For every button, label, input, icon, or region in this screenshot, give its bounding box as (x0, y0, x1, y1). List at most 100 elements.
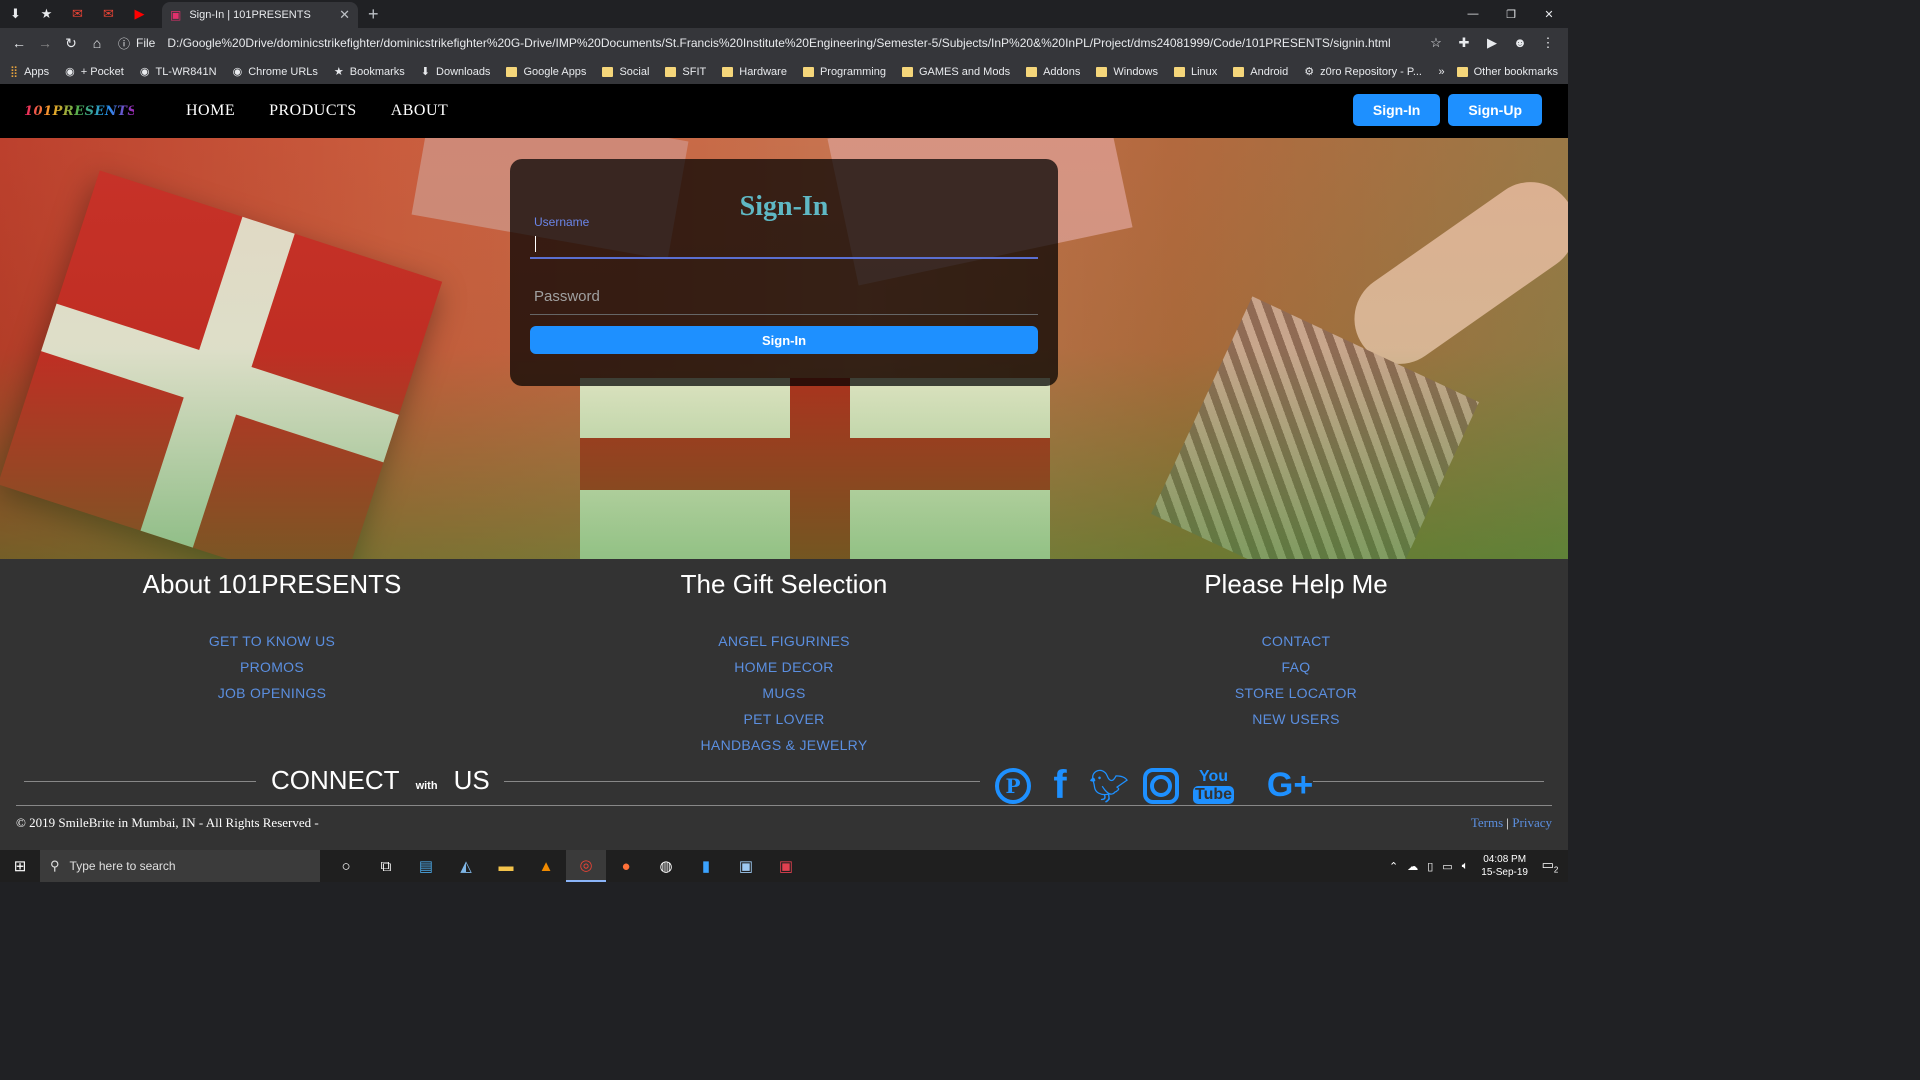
vlc-icon[interactable]: ▲ (526, 850, 566, 882)
reload-icon[interactable]: ↻ (58, 35, 84, 52)
url-text[interactable]: D:/Google%20Drive/dominicstrikefighter/d… (167, 36, 1422, 50)
nav-about-link[interactable]: ABOUT (391, 102, 449, 120)
firefox-icon[interactable]: ● (606, 850, 646, 882)
cloud-icon[interactable]: ☁ (1407, 860, 1418, 873)
password-input[interactable] (530, 279, 1038, 313)
close-tab-icon[interactable]: ✕ (339, 7, 350, 23)
bookmark-folder-other[interactable]: Other bookmarks (1456, 66, 1558, 78)
bookmark-apps[interactable]: ⣿ Apps (10, 65, 49, 79)
gmail-icon[interactable]: ✉ (62, 0, 93, 28)
tab-title: Sign-In | 101PRESENTS (189, 9, 311, 21)
footer-link-pet-lover[interactable]: PET LOVER (584, 706, 984, 732)
volume-icon[interactable]: 🔈︎ (1462, 860, 1469, 873)
minimize-button[interactable]: — (1454, 0, 1492, 28)
facebook-icon[interactable]: f (1045, 763, 1075, 808)
youtube-icon[interactable]: ▶ (124, 0, 155, 28)
footer-link-home-decor[interactable]: HOME DECOR (584, 654, 984, 680)
media-play-icon[interactable]: ▶ (1478, 35, 1506, 51)
footer-link-mugs[interactable]: MUGS (584, 680, 984, 706)
app-icon-1[interactable]: ▤ (406, 850, 446, 882)
youtube-icon[interactable]: You Tube (1193, 768, 1248, 804)
app-icon-4[interactable]: ▮ (686, 850, 726, 882)
nav-signup-button[interactable]: Sign-Up (1448, 94, 1542, 126)
footer-link-angel-figurines[interactable]: ANGEL FIGURINES (584, 628, 984, 654)
footer-link-get-to-know-us[interactable]: GET TO KNOW US (72, 628, 472, 654)
network-icon[interactable]: ▭ (1442, 860, 1452, 873)
youtube-tube-text: Tube (1193, 785, 1235, 804)
nav-products-link[interactable]: PRODUCTS (269, 102, 357, 120)
windows-start-icon[interactable]: ⊞ (0, 857, 40, 875)
bookmarks-bar: ⣿ Apps ◉ + Pocket ◉ TL-WR841N ◉ Chrome URLs … (0, 58, 1568, 86)
bookmark-folder-google-apps[interactable]: Google Apps (506, 66, 586, 78)
chrome-icon[interactable]: ◎ (566, 850, 606, 882)
bookmarks-overflow-button[interactable]: » (1439, 66, 1445, 78)
site-logo[interactable]: 101PRESENTS (24, 104, 137, 119)
twitter-icon[interactable]: 🐦︎ (1089, 767, 1130, 805)
bookmark-bookmarks[interactable]: ★ Bookmarks (334, 65, 405, 79)
taskbar-search-box[interactable]: ⚲ Type here to search (40, 850, 320, 882)
bookmark-folder-programming[interactable]: Programming (802, 66, 886, 78)
extensions-icon[interactable]: ✚ (1450, 35, 1478, 51)
terms-link[interactable]: Terms (1471, 815, 1503, 830)
cortana-icon[interactable]: ○ (326, 850, 366, 882)
active-tab[interactable]: ▣ Sign-In | 101PRESENTS ✕ (162, 2, 358, 28)
bookmark-folder-games[interactable]: GAMES and Mods (901, 66, 1010, 78)
footer-about-title: About 101PRESENTS (142, 569, 402, 599)
bookmark-downloads[interactable]: ⬇ Downloads (421, 65, 491, 79)
footer-link-store-locator[interactable]: STORE LOCATOR (1096, 680, 1496, 706)
app-icon-3[interactable]: ◍ (646, 850, 686, 882)
footer-link-new-users[interactable]: NEW USERS (1096, 706, 1496, 732)
download-icon[interactable]: ⬇ (0, 0, 31, 28)
file-explorer-icon[interactable]: ▬ (486, 850, 526, 882)
username-field[interactable]: Username (530, 214, 1038, 259)
info-icon[interactable]: ⓘ (118, 35, 130, 52)
google-plus-icon[interactable]: G+ (1262, 766, 1318, 805)
social-icons: P f 🐦︎ You Tube G+ (995, 763, 1332, 808)
notification-center-icon[interactable]: ▭2 (1538, 857, 1562, 875)
menu-kebab-icon[interactable]: ⋮ (1534, 35, 1562, 51)
separator: | (1506, 815, 1510, 830)
bookmark-folder-windows[interactable]: Windows (1096, 66, 1158, 78)
star-icon[interactable]: ★ (31, 0, 62, 28)
profile-avatar-icon[interactable]: ☻ (1506, 35, 1534, 51)
bookmark-folder-social[interactable]: Social (602, 66, 649, 78)
bookmark-folder-addons[interactable]: Addons (1026, 66, 1080, 78)
privacy-link[interactable]: Privacy (1512, 815, 1552, 830)
nav-home-link[interactable]: HOME (186, 102, 235, 120)
bookmark-star-icon[interactable]: ☆ (1422, 35, 1450, 51)
bookmark-chrome-urls[interactable]: ◉ Chrome URLs (233, 65, 318, 79)
bookmark-folder-android[interactable]: Android (1233, 66, 1288, 78)
instagram-icon[interactable] (1143, 767, 1179, 804)
footer-link-handbags-jewelry[interactable]: HANDBAGS & JEWELRY (584, 732, 984, 758)
bookmark-z0ro-repository[interactable]: ⚙ z0ro Repository - P... (1304, 65, 1422, 79)
footer-link-job-openings[interactable]: JOB OPENINGS (72, 680, 472, 706)
new-tab-button[interactable]: + (368, 4, 379, 25)
usb-icon[interactable]: ▯ (1427, 860, 1433, 873)
bookmark-folder-linux[interactable]: Linux (1174, 66, 1217, 78)
address-bar[interactable]: ⓘ File D:/Google%20Drive/dominicstrikefi… (118, 31, 1422, 55)
close-window-button[interactable]: ✕ (1530, 0, 1568, 28)
forward-icon[interactable]: → (32, 35, 58, 51)
chevron-up-icon[interactable]: ⌃ (1389, 860, 1398, 873)
signin-form-panel: Sign-In Username Sign-In (510, 159, 1058, 386)
taskbar-clock[interactable]: 04:08 PM 15-Sep-19 (1481, 853, 1528, 879)
footer-link-faq[interactable]: FAQ (1096, 654, 1496, 680)
footer-link-contact[interactable]: CONTACT (1096, 628, 1496, 654)
home-icon[interactable]: ⌂ (84, 35, 110, 51)
app-icon-5[interactable]: ▣ (726, 850, 766, 882)
restore-button[interactable]: ❐ (1492, 0, 1530, 28)
bookmark-folder-sfit[interactable]: SFIT (665, 66, 706, 78)
back-icon[interactable]: ← (6, 35, 32, 51)
nav-signin-button[interactable]: Sign-In (1352, 94, 1441, 126)
app-icon-2[interactable]: ◭ (446, 850, 486, 882)
app-icon-6[interactable]: ▣ (766, 850, 806, 882)
footer-link-promos[interactable]: PROMOS (72, 654, 472, 680)
task-view-icon[interactable]: ⧉ (366, 850, 406, 882)
pinterest-icon[interactable]: P (995, 767, 1031, 804)
bookmark-folder-hardware[interactable]: Hardware (722, 66, 787, 78)
gmail-icon[interactable]: ✉ (93, 0, 124, 28)
hero-background: Sign-In Username Sign-In (0, 138, 1568, 559)
signin-submit-button[interactable]: Sign-In (530, 326, 1038, 354)
bookmark-tl-wr841n[interactable]: ◉ TL-WR841N (140, 65, 217, 79)
bookmark-pocket[interactable]: ◉ + Pocket (65, 65, 124, 79)
